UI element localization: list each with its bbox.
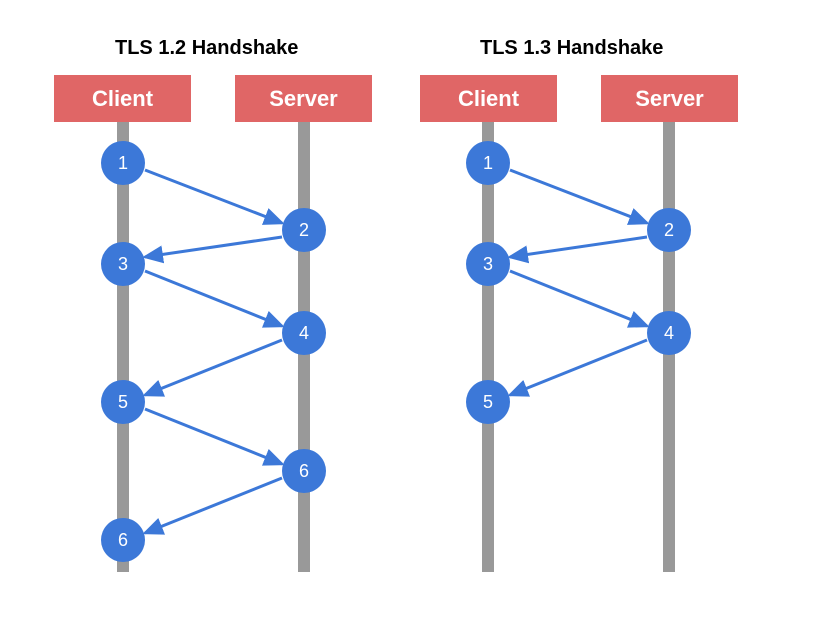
- step-num: 6: [118, 530, 128, 551]
- server-box-right: Server: [601, 75, 738, 122]
- step-circle: 5: [101, 380, 145, 424]
- server-label: Server: [269, 86, 338, 112]
- lifeline-client-left: [117, 122, 129, 572]
- step-num: 3: [118, 254, 128, 275]
- step-num: 6: [299, 461, 309, 482]
- step-circle: 5: [466, 380, 510, 424]
- step-circle: 6: [101, 518, 145, 562]
- diagram-title-left: TLS 1.2 Handshake: [115, 37, 298, 60]
- client-label: Client: [92, 86, 153, 112]
- diagram-title-right: TLS 1.3 Handshake: [480, 37, 663, 60]
- lifeline-client-right: [482, 122, 494, 572]
- step-circle: 4: [282, 311, 326, 355]
- step-num: 1: [483, 153, 493, 174]
- step-num: 3: [483, 254, 493, 275]
- step-num: 2: [299, 220, 309, 241]
- step-num: 2: [664, 220, 674, 241]
- step-circle: 6: [282, 449, 326, 493]
- step-num: 1: [118, 153, 128, 174]
- client-box-right: Client: [420, 75, 557, 122]
- step-circle: 2: [647, 208, 691, 252]
- step-circle: 1: [466, 141, 510, 185]
- step-num: 5: [118, 392, 128, 413]
- step-num: 4: [664, 323, 674, 344]
- server-label: Server: [635, 86, 704, 112]
- client-label: Client: [458, 86, 519, 112]
- step-num: 4: [299, 323, 309, 344]
- step-num: 5: [483, 392, 493, 413]
- server-box-left: Server: [235, 75, 372, 122]
- step-circle: 1: [101, 141, 145, 185]
- step-circle: 2: [282, 208, 326, 252]
- step-circle: 4: [647, 311, 691, 355]
- step-circle: 3: [466, 242, 510, 286]
- client-box-left: Client: [54, 75, 191, 122]
- step-circle: 3: [101, 242, 145, 286]
